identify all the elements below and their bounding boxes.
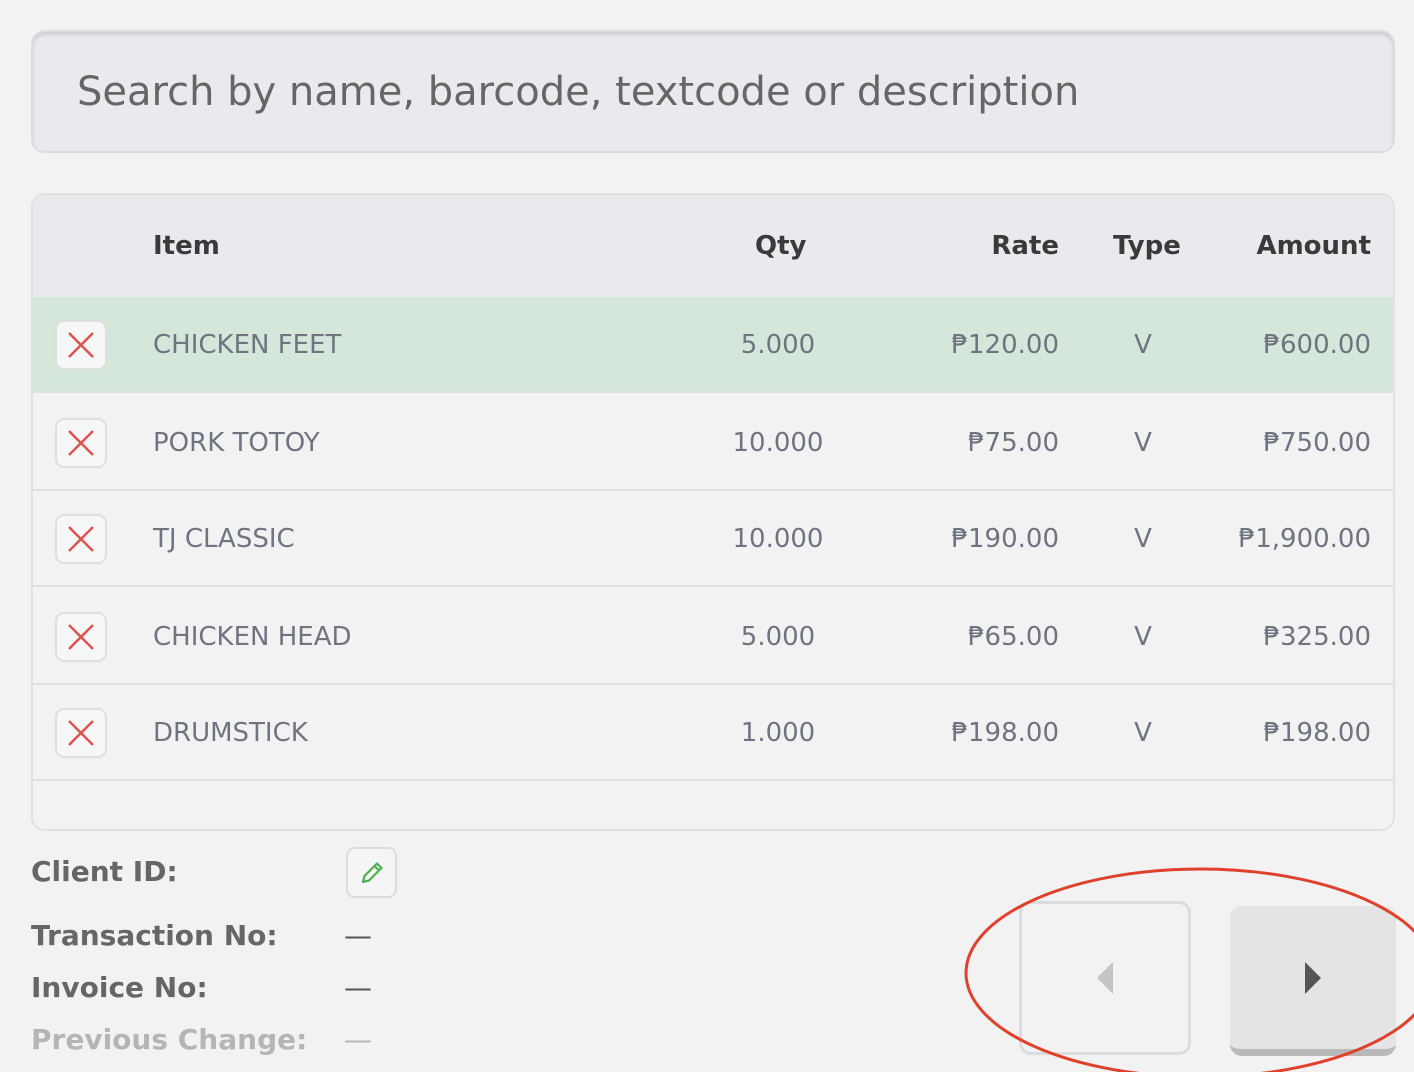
close-icon <box>68 430 94 456</box>
item-name: CHICKEN HEAD <box>153 622 352 652</box>
transaction-no-value: — <box>344 919 372 952</box>
invoice-no-value: — <box>344 971 372 1004</box>
table-row[interactable]: TJ CLASSIC 10.000 ₱190.00 V ₱1,900.00 <box>33 491 1393 587</box>
previous-change-value: — <box>344 1023 372 1056</box>
item-name: CHICKEN FEET <box>153 330 342 360</box>
edit-client-id-button[interactable] <box>346 847 397 898</box>
item-amount: ₱600.00 <box>1263 330 1371 360</box>
transaction-no-label: Transaction No: <box>31 919 278 952</box>
remove-item-button[interactable] <box>55 514 107 564</box>
item-type: V <box>1134 524 1152 554</box>
item-rate: ₱120.00 <box>951 330 1059 360</box>
table-header: Item Qty Rate Type Amount <box>33 195 1393 297</box>
item-rate: ₱190.00 <box>951 524 1059 554</box>
item-name: DRUMSTICK <box>153 718 308 748</box>
item-type: V <box>1134 718 1152 748</box>
column-header-amount: Amount <box>1256 231 1371 261</box>
item-amount: ₱1,900.00 <box>1238 524 1371 554</box>
close-icon <box>68 624 94 650</box>
triangle-left-icon <box>1097 962 1113 994</box>
column-header-item: Item <box>153 231 220 261</box>
previous-page-button[interactable] <box>1019 901 1191 1055</box>
item-qty: 10.000 <box>732 428 824 458</box>
table-row[interactable]: DRUMSTICK 1.000 ₱198.00 V ₱198.00 <box>33 685 1393 781</box>
item-qty: 5.000 <box>740 330 816 360</box>
item-amount: ₱325.00 <box>1263 622 1371 652</box>
client-id-label: Client ID: <box>31 855 178 888</box>
item-rate: ₱65.00 <box>968 622 1059 652</box>
item-type: V <box>1134 330 1152 360</box>
item-rate: ₱198.00 <box>951 718 1059 748</box>
column-header-rate: Rate <box>991 231 1059 261</box>
triangle-right-icon <box>1305 961 1321 994</box>
pencil-icon <box>361 861 383 883</box>
remove-item-button[interactable] <box>55 612 107 662</box>
invoice-no-label: Invoice No: <box>31 971 208 1004</box>
search-input[interactable] <box>33 32 1393 151</box>
cart-table: Item Qty Rate Type Amount CHICKEN FEET 5… <box>31 193 1395 831</box>
column-header-type: Type <box>1113 231 1181 261</box>
previous-change-label: Previous Change: <box>31 1023 308 1056</box>
close-icon <box>68 720 94 746</box>
item-name: TJ CLASSIC <box>153 524 295 554</box>
item-qty: 10.000 <box>732 524 824 554</box>
table-row[interactable]: CHICKEN FEET 5.000 ₱120.00 V ₱600.00 <box>33 297 1393 393</box>
item-name: PORK TOTOY <box>153 428 320 458</box>
item-qty: 1.000 <box>740 718 816 748</box>
remove-item-button[interactable] <box>55 708 107 758</box>
item-type: V <box>1134 622 1152 652</box>
column-header-qty: Qty <box>755 231 807 261</box>
item-amount: ₱198.00 <box>1263 718 1371 748</box>
item-amount: ₱750.00 <box>1263 428 1371 458</box>
item-type: V <box>1134 428 1152 458</box>
close-icon <box>68 526 94 552</box>
remove-item-button[interactable] <box>55 320 107 370</box>
close-icon <box>68 332 94 358</box>
search-field[interactable] <box>31 30 1395 153</box>
table-row[interactable]: CHICKEN HEAD 5.000 ₱65.00 V ₱325.00 <box>33 589 1393 685</box>
pos-cart-screen: Item Qty Rate Type Amount CHICKEN FEET 5… <box>0 0 1414 1072</box>
table-row[interactable]: PORK TOTOY 10.000 ₱75.00 V ₱750.00 <box>33 395 1393 491</box>
item-qty: 5.000 <box>740 622 816 652</box>
item-rate: ₱75.00 <box>968 428 1059 458</box>
next-page-button[interactable] <box>1230 906 1396 1056</box>
remove-item-button[interactable] <box>55 418 107 468</box>
